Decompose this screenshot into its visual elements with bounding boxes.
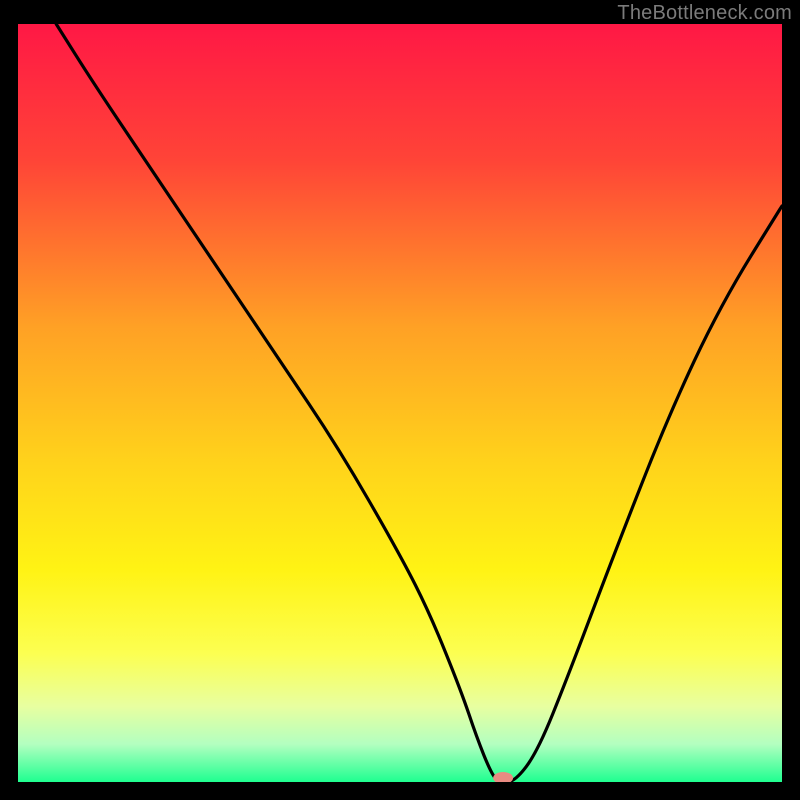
- gradient-background: [18, 24, 782, 782]
- watermark-label: TheBottleneck.com: [617, 2, 792, 25]
- plot-area: [18, 24, 782, 782]
- chart-frame: TheBottleneck.com: [0, 0, 800, 800]
- bottleneck-chart: [18, 24, 782, 782]
